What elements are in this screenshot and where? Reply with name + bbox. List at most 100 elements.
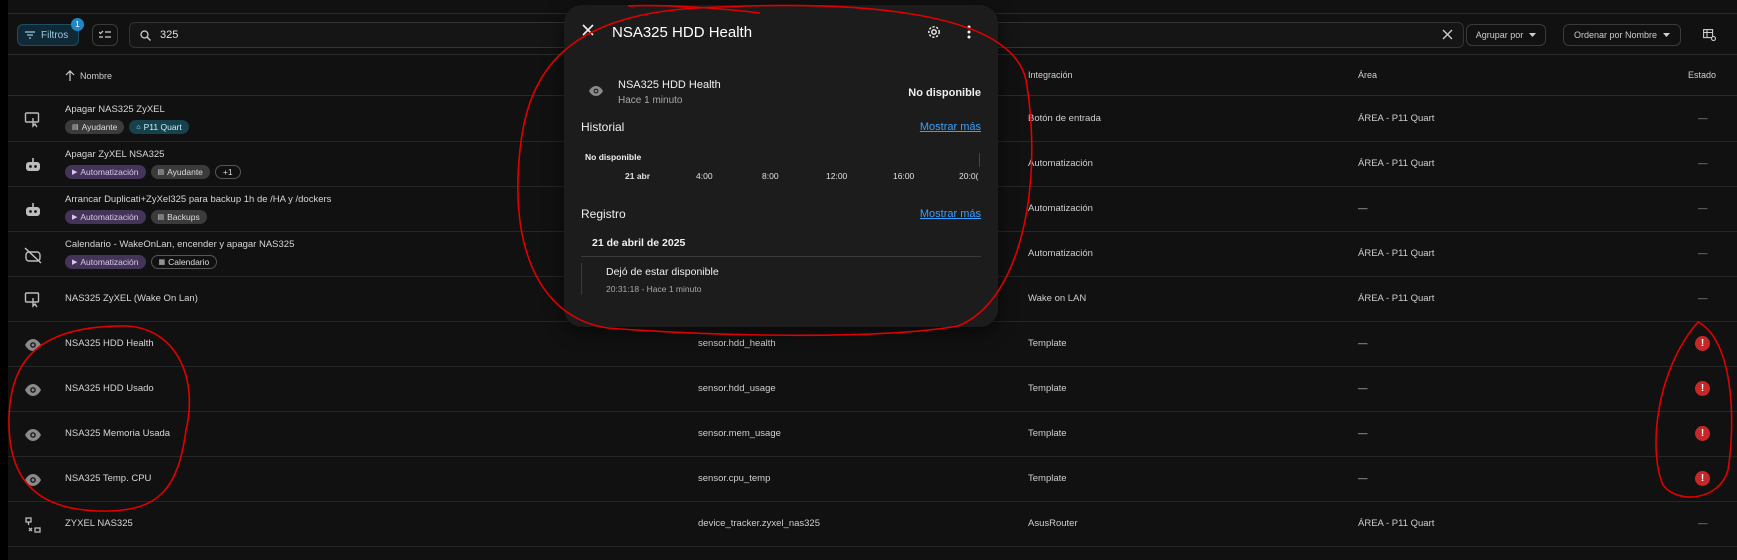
history-state-label: No disponible (585, 152, 642, 162)
row-state: — (1698, 158, 1708, 169)
table-cog-icon (1702, 29, 1716, 41)
tag-icon: ▤ (157, 169, 165, 176)
row-area: — (1358, 383, 1368, 394)
history-tick: 12:00 (826, 171, 848, 181)
row-integration: AsusRouter (1028, 518, 1078, 529)
eye-icon (24, 426, 42, 444)
column-name-header[interactable]: Nombre (65, 70, 112, 81)
button-press-icon (24, 291, 42, 309)
logbook-show-more-link[interactable]: Mostrar más (920, 208, 981, 220)
row-integration: Wake on LAN (1028, 293, 1087, 304)
row-integration: Template (1028, 338, 1067, 349)
label-chip: ▶ Automatización (65, 255, 146, 269)
unavailable-alert-icon: ! (1695, 336, 1710, 351)
table-row[interactable]: NSA325 HDD Usado sensor.hdd_usage Template… (8, 367, 1737, 412)
more-info-dialog: NSA325 HDD Health NSA325 HDD Health Hace… (564, 5, 998, 327)
table-row[interactable]: NSA325 Memoria Usada sensor.mem_usage Temp… (8, 412, 1737, 457)
row-integration: Automatización (1028, 158, 1093, 169)
row-area: — (1358, 473, 1368, 484)
unavailable-alert-icon: ! (1695, 426, 1710, 441)
tag-icon: ▤ (157, 214, 165, 221)
table-row[interactable]: NSA325 HDD Health sensor.hdd_health Templa… (8, 322, 1737, 367)
column-name-label: Nombre (80, 70, 113, 81)
history-tick: 8:00 (762, 171, 779, 181)
row-entity-id: sensor.hdd_usage (698, 383, 776, 394)
alert-circle-icon: ! (1695, 471, 1710, 486)
row-labels: ▶ Automatización ▤ Ayudante +1 (65, 165, 241, 179)
row-integration: Automatización (1028, 248, 1093, 259)
filters-count-badge: 1 (71, 18, 84, 31)
sort-label: Ordenar por Nombre (1573, 30, 1658, 40)
eye-icon (24, 381, 42, 399)
entity-last-changed: Hace 1 minuto (618, 95, 683, 106)
unavailable-alert-icon: ! (1695, 471, 1710, 486)
row-entity-id: device_tracker.zyxel_nas325 (698, 518, 820, 529)
row-area: ÁREA - P11 Quart (1358, 293, 1435, 304)
filter-icon (25, 31, 35, 39)
table-row[interactable]: NSA325 Temp. CPU sensor.cpu_temp Template —… (8, 457, 1737, 502)
lan-disconnect-icon (24, 516, 42, 534)
filters-label: Filtros (41, 29, 69, 41)
clear-search-icon[interactable] (1442, 29, 1453, 40)
play-pause-icon: ▶ (72, 169, 78, 176)
robot-icon (24, 201, 42, 219)
divider (581, 256, 981, 257)
selection-mode-button[interactable] (92, 24, 118, 46)
unavailable-alert-icon: ! (1695, 381, 1710, 396)
row-labels: ▶ Automatización ▦ Calendario (65, 255, 218, 269)
play-pause-icon: ▶ (72, 214, 78, 221)
robot-icon (24, 156, 42, 174)
row-name: Calendario - WakeOnLan, encender y apaga… (65, 239, 295, 250)
history-tick: 20:0( (959, 171, 979, 181)
table-row[interactable]: ZYXEL NAS325 device_tracker.zyxel_nas325 A… (8, 502, 1737, 547)
entity-state: No disponible (908, 87, 981, 99)
history-tick: 16:00 (893, 171, 915, 181)
tag-icon: ▤ (72, 124, 79, 131)
entity-name: NSA325 HDD Health (618, 79, 721, 91)
sort-button[interactable]: Ordenar por Nombre (1563, 24, 1681, 46)
alert-circle-icon: ! (1695, 381, 1710, 396)
history-tick: 21 abr (625, 171, 651, 181)
close-icon[interactable] (582, 24, 594, 36)
row-area: — (1358, 428, 1368, 439)
row-state: — (1698, 518, 1708, 529)
row-area: — (1358, 203, 1368, 214)
table-settings-button[interactable] (1698, 24, 1720, 46)
group-by-button[interactable]: Agrupar por (1466, 24, 1546, 46)
more-vertical-icon[interactable] (967, 25, 971, 39)
row-integration: Botón de entrada (1028, 113, 1101, 124)
dialog-title: NSA325 HDD Health (612, 24, 753, 41)
label-chip: +1 (214, 165, 241, 179)
eye-icon (589, 86, 603, 96)
row-state: — (1698, 293, 1708, 304)
logbook-timeline-bar (581, 263, 582, 295)
row-name: Apagar NAS325 ZyXEL (65, 104, 165, 115)
label-chip: ▤ Ayudante (150, 165, 210, 179)
row-integration: Template (1028, 383, 1067, 394)
label-chip: ▦ Calendario (150, 255, 218, 269)
logbook-date: 21 de abril de 2025 (592, 237, 686, 249)
eye-icon (24, 471, 42, 489)
logbook-event-time: 20:31:18 - Hace 1 minuto (606, 284, 702, 294)
filters-button[interactable]: Filtros 1 (17, 18, 84, 46)
row-area: ÁREA - P11 Quart (1358, 248, 1435, 259)
column-state-header[interactable]: Estado (1688, 70, 1716, 80)
column-integration-header[interactable]: Integración (1028, 70, 1073, 80)
row-entity-id: sensor.hdd_health (698, 338, 776, 349)
gear-icon[interactable] (927, 25, 941, 39)
row-integration: Template (1028, 473, 1067, 484)
caret-down-icon (1529, 33, 1537, 37)
label-chip: ▶ Automatización (65, 210, 146, 224)
robot-off-icon (24, 246, 42, 264)
history-show-more-link[interactable]: Mostrar más (920, 121, 981, 133)
row-name: NSA325 HDD Usado (65, 383, 154, 394)
label-chip: ▤ Ayudante (65, 120, 125, 134)
row-area: ÁREA - P11 Quart (1358, 113, 1435, 124)
play-pause-icon: ▶ (72, 259, 78, 266)
history-title: Historial (581, 120, 625, 134)
row-name: Arrancar Duplicati+ZyXel325 para backup … (65, 194, 332, 205)
column-area-header[interactable]: Área (1358, 70, 1377, 80)
history-timeline-marker (979, 153, 980, 167)
label-chip: ⌂ P11 Quart (129, 120, 189, 134)
row-name: NSA325 HDD Health (65, 338, 154, 349)
